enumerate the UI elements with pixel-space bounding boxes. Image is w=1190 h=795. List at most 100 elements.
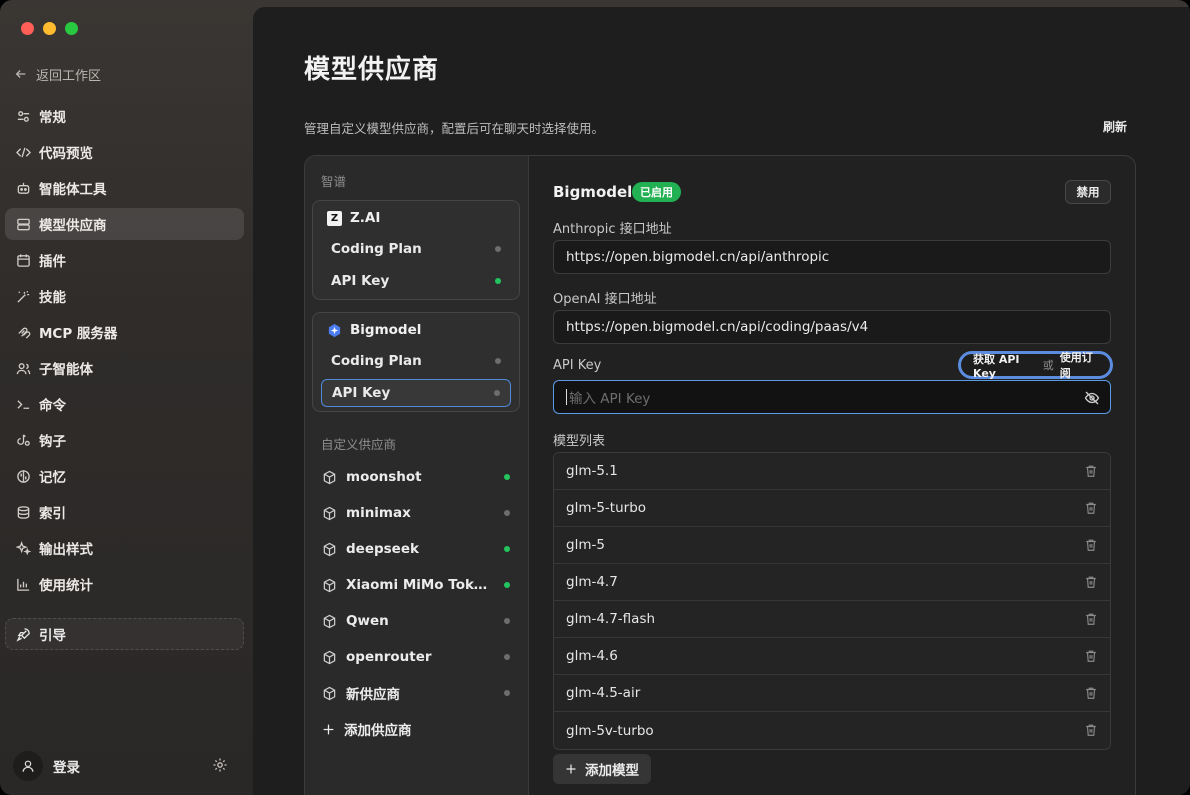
refresh-button[interactable]: 刷新 (1103, 118, 1127, 135)
eye-off-icon[interactable] (1084, 390, 1100, 406)
model-row[interactable]: glm-4.7-flash (554, 601, 1110, 638)
provider-name: Xiaomi MiMo Token ... (346, 577, 491, 593)
robot-icon (15, 180, 31, 196)
providers-panel: 智谱 Z Z.AI Coding Plan API Key Bigmodel C… (304, 155, 1136, 795)
cube-icon (323, 686, 336, 700)
close-window-button[interactable] (21, 22, 34, 35)
api-key-input[interactable]: 输入 API Key (553, 380, 1111, 414)
model-row[interactable]: glm-5-turbo (554, 490, 1110, 527)
add-provider-button[interactable]: 添加供应商 (312, 713, 520, 745)
nav-label: 输出样式 (39, 542, 93, 558)
nav-label: 智能体工具 (39, 182, 107, 198)
users-icon (15, 360, 31, 376)
trash-icon[interactable] (1084, 649, 1098, 663)
anthropic-url-value: https://open.bigmodel.cn/api/anthropic (566, 249, 830, 265)
api-key-placeholder: 输入 API Key (569, 391, 651, 407)
main-content: 模型供应商 管理自定义模型供应商，配置后可在聊天时选择使用。 刷新 智谱 Z Z… (253, 7, 1190, 795)
page-title: 模型供应商 (304, 55, 440, 85)
option-label: Coding Plan (331, 353, 422, 369)
status-dot-disabled (495, 358, 501, 364)
nav-item-code-preview[interactable]: 代码预览 (5, 136, 244, 168)
nav-item-usage-stats[interactable]: 使用统计 (5, 568, 244, 600)
provider-group-header[interactable]: Z Z.AI (313, 201, 519, 235)
model-row[interactable]: glm-4.6 (554, 638, 1110, 675)
api-key-links: 获取 API Key 或 使用订阅 (958, 349, 1113, 381)
model-list-label: 模型列表 (553, 434, 606, 449)
trash-icon[interactable] (1084, 501, 1098, 515)
status-dot-disabled (494, 390, 500, 396)
use-subscription-link[interactable]: 使用订阅 (1060, 349, 1098, 381)
trash-icon[interactable] (1084, 538, 1098, 552)
nav-item-hooks[interactable]: 钩子 (5, 424, 244, 456)
openai-url-input[interactable]: https://open.bigmodel.cn/api/coding/paas… (553, 310, 1111, 344)
nav-label: 插件 (39, 254, 66, 270)
model-row[interactable]: glm-4.7 (554, 564, 1110, 601)
provider-item-openrouter[interactable]: openrouter (312, 641, 520, 673)
window-controls (21, 22, 78, 35)
status-dot-enabled (504, 474, 510, 480)
arrow-left-icon (15, 70, 26, 78)
status-badge: 已启用 (632, 182, 681, 202)
provider-option-bigmodel-api-key[interactable]: API Key (321, 379, 511, 407)
provider-option-bigmodel-coding-plan[interactable]: Coding Plan (321, 347, 511, 375)
nav-item-general[interactable]: 常规 (5, 100, 244, 132)
provider-item-deepseek[interactable]: deepseek (312, 533, 520, 565)
nav-item-mcp-servers[interactable]: MCP 服务器 (5, 316, 244, 348)
provider-name: 新供应商 (346, 687, 400, 703)
provider-option-zai-coding-plan[interactable]: Coding Plan (321, 235, 511, 263)
provider-group-name: Z.AI (350, 210, 381, 226)
model-name: glm-4.6 (566, 648, 618, 664)
disable-button[interactable]: 禁用 (1065, 180, 1111, 204)
trash-icon[interactable] (1084, 686, 1098, 700)
trash-icon[interactable] (1084, 723, 1098, 737)
sliders-icon (15, 108, 31, 124)
model-row[interactable]: glm-5v-turbo (554, 712, 1110, 749)
mcp-icon (15, 324, 31, 340)
trash-icon[interactable] (1084, 464, 1098, 478)
guide-button[interactable]: 引导 (5, 618, 244, 650)
model-row[interactable]: glm-5.1 (554, 453, 1110, 490)
nav-item-agent-tools[interactable]: 智能体工具 (5, 172, 244, 204)
nav-item-output-styles[interactable]: 输出样式 (5, 532, 244, 564)
back-to-workspace-link[interactable]: 返回工作区 (14, 64, 101, 84)
terminal-icon (15, 396, 31, 412)
model-name: glm-5v-turbo (566, 722, 654, 739)
trash-icon[interactable] (1084, 575, 1098, 589)
nav-item-plugins[interactable]: 插件 (5, 244, 244, 276)
nav-item-sub-agents[interactable]: 子智能体 (5, 352, 244, 384)
bar-chart-icon (15, 576, 31, 592)
model-name: glm-4.5-air (566, 685, 641, 701)
nav-label: MCP 服务器 (39, 326, 118, 342)
status-dot-enabled (495, 278, 501, 284)
zoom-window-button[interactable] (65, 22, 78, 35)
nav-label: 技能 (39, 290, 66, 306)
nav-item-model-providers[interactable]: 模型供应商 (5, 208, 244, 240)
provider-item-new[interactable]: 新供应商 (312, 677, 520, 709)
user-login[interactable]: 登录 (13, 751, 80, 781)
model-row[interactable]: glm-4.5-air (554, 675, 1110, 712)
add-model-button[interactable]: 添加模型 (553, 754, 651, 784)
provider-item-minimax[interactable]: minimax (312, 497, 520, 529)
gear-icon[interactable] (212, 757, 228, 773)
provider-group-header[interactable]: Bigmodel (313, 313, 519, 347)
get-api-key-link[interactable]: 获取 API Key (973, 351, 1037, 380)
provider-item-moonshot[interactable]: moonshot (312, 461, 520, 493)
model-row[interactable]: glm-5 (554, 527, 1110, 564)
status-dot-enabled (504, 582, 510, 588)
provider-option-zai-api-key[interactable]: API Key (321, 267, 511, 295)
nav-item-index[interactable]: 索引 (5, 496, 244, 528)
trash-icon[interactable] (1084, 612, 1098, 626)
nav-item-skills[interactable]: 技能 (5, 280, 244, 312)
custom-section-label: 自定义供应商 (321, 437, 397, 452)
status-dot-disabled (504, 618, 510, 624)
sparkles-icon (15, 540, 31, 556)
calendar-icon (15, 252, 31, 268)
or-separator: 或 (1042, 359, 1054, 372)
nav-item-commands[interactable]: 命令 (5, 388, 244, 420)
nav-item-memory[interactable]: 记忆 (5, 460, 244, 492)
provider-item-qwen[interactable]: Qwen (312, 605, 520, 637)
cube-icon (323, 542, 336, 556)
provider-item-xiaomi-mimo[interactable]: Xiaomi MiMo Token ... (312, 569, 520, 601)
anthropic-url-input[interactable]: https://open.bigmodel.cn/api/anthropic (553, 240, 1111, 274)
minimize-window-button[interactable] (43, 22, 56, 35)
